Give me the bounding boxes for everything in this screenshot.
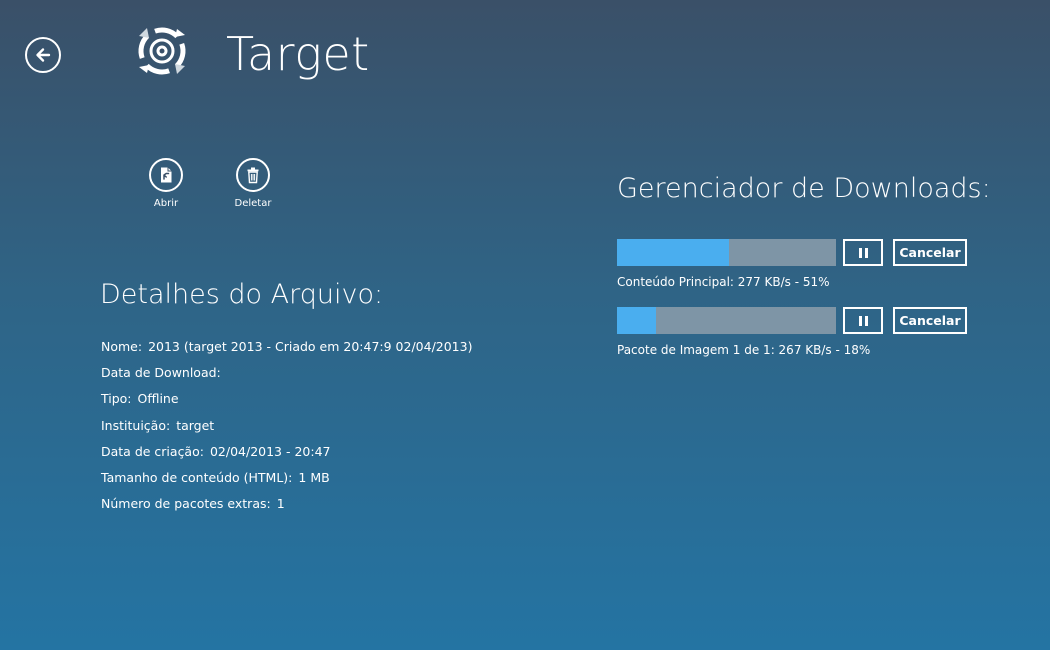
progress-bar (617, 239, 836, 266)
detail-label: Número de pacotes extras: (101, 496, 271, 512)
detail-value: 2013 (target 2013 - Criado em 20:47:9 02… (148, 339, 473, 354)
details-list: Nome: 2013 (target 2013 - Criado em 20:47… (101, 338, 472, 521)
progress-fill (617, 307, 657, 334)
app-title: Target (226, 27, 370, 81)
download-status: Pacote de Imagem 1 de 1: 267 KB/s - 18% (617, 343, 871, 357)
back-button[interactable] (25, 37, 61, 73)
detail-value: Offline (137, 391, 179, 407)
delete-button[interactable]: Deletar (218, 158, 288, 209)
detail-value: 1 MB (298, 469, 330, 485)
delete-button-label: Deletar (234, 198, 272, 209)
open-button-circle[interactable] (149, 158, 183, 192)
detail-label: Data de criação: (101, 443, 204, 459)
pause-button[interactable] (843, 239, 883, 266)
delete-button-circle[interactable] (236, 158, 270, 192)
detail-label: Tamanho de conteúdo (HTML): (101, 469, 293, 485)
detail-row-creation-date: Data de criação: 02/04/2013 - 20:47 (101, 443, 472, 469)
download-status: Conteúdo Principal: 277 KB/s - 51% (617, 275, 830, 289)
download-item-images: Cancelar Pacote de Imagem 1 de 1: 267 KB… (617, 307, 967, 357)
detail-label: Instituição: (101, 417, 171, 433)
detail-value: target (176, 417, 215, 433)
detail-label: Data de Download: (101, 365, 221, 381)
download-item-main: Cancelar Conteúdo Principal: 277 KB/s - … (617, 239, 967, 289)
details-title: Detalhes do Arquivo: (100, 279, 384, 310)
open-button[interactable]: Abrir (131, 158, 201, 209)
detail-label: Tipo: (101, 391, 132, 407)
detail-row-extra-packages: Número de pacotes extras: 1 (101, 495, 472, 521)
cancel-button[interactable]: Cancelar (893, 307, 967, 334)
open-button-label: Abrir (153, 198, 179, 209)
pause-button[interactable] (843, 307, 883, 334)
cancel-button[interactable]: Cancelar (893, 239, 967, 266)
detail-label: Nome: (101, 339, 143, 354)
detail-row-download-date: Data de Download: (101, 364, 472, 390)
open-file-icon (161, 167, 172, 183)
downloads-title: Gerenciador de Downloads: (617, 173, 991, 204)
detail-row-type: Tipo: Offline (101, 390, 472, 416)
detail-value: 1 (276, 496, 285, 512)
target-sync-logo-icon (138, 27, 186, 75)
pause-icon (857, 247, 869, 258)
detail-row-institution: Instituição: target (101, 417, 472, 443)
progress-fill (617, 239, 729, 266)
detail-row-content-size: Tamanho de conteúdo (HTML): 1 MB (101, 469, 472, 495)
back-arrow-icon (36, 48, 51, 62)
detail-row-name: Nome: 2013 (target 2013 - Criado em 20:47… (101, 338, 472, 364)
app-logo (133, 22, 191, 80)
pause-icon (857, 315, 869, 326)
progress-bar (617, 307, 836, 334)
detail-value: 02/04/2013 - 20:47 (209, 443, 331, 459)
trash-icon (247, 167, 259, 184)
